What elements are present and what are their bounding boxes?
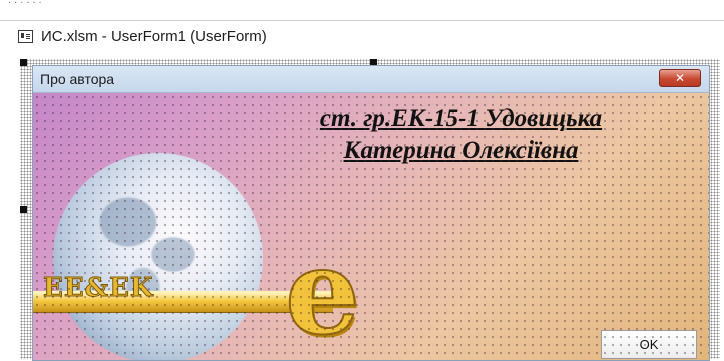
- author-label-line2: Катерина Олексіївна: [343, 137, 579, 164]
- vba-editor-window: ИС.xlsm - UserForm1 (UserForm) Про автор…: [0, 20, 724, 361]
- close-button[interactable]: ✕: [659, 69, 701, 87]
- resize-handle-mid-left[interactable]: [20, 206, 27, 213]
- userform-about[interactable]: Про автора ✕ EE&EK e ст. гр.ЕК-15-1 Удов…: [32, 65, 710, 361]
- resize-handle-top-left[interactable]: [20, 59, 27, 66]
- clipped-text: . . . . . .: [8, 0, 42, 6]
- userform-icon: [18, 29, 33, 43]
- editor-titlebar: ИС.xlsm - UserForm1 (UserForm): [0, 21, 724, 51]
- top-strip: . . . . . .: [0, 0, 724, 14]
- logo-letter-e: e: [284, 222, 361, 360]
- close-icon: ✕: [674, 71, 686, 85]
- form-client-area: EE&EK e ст. гр.ЕК-15-1 Удовицька Катерин…: [33, 93, 709, 360]
- logo-text: EE&EK: [43, 273, 154, 304]
- editor-title: ИС.xlsm - UserForm1 (UserForm): [41, 27, 267, 45]
- form-titlebar: Про автора ✕: [33, 66, 709, 93]
- ok-button[interactable]: OK: [601, 330, 697, 359]
- form-title: Про автора: [40, 71, 115, 87]
- author-label-line1: ст. гр.ЕК-15-1 Удовицька: [319, 105, 603, 132]
